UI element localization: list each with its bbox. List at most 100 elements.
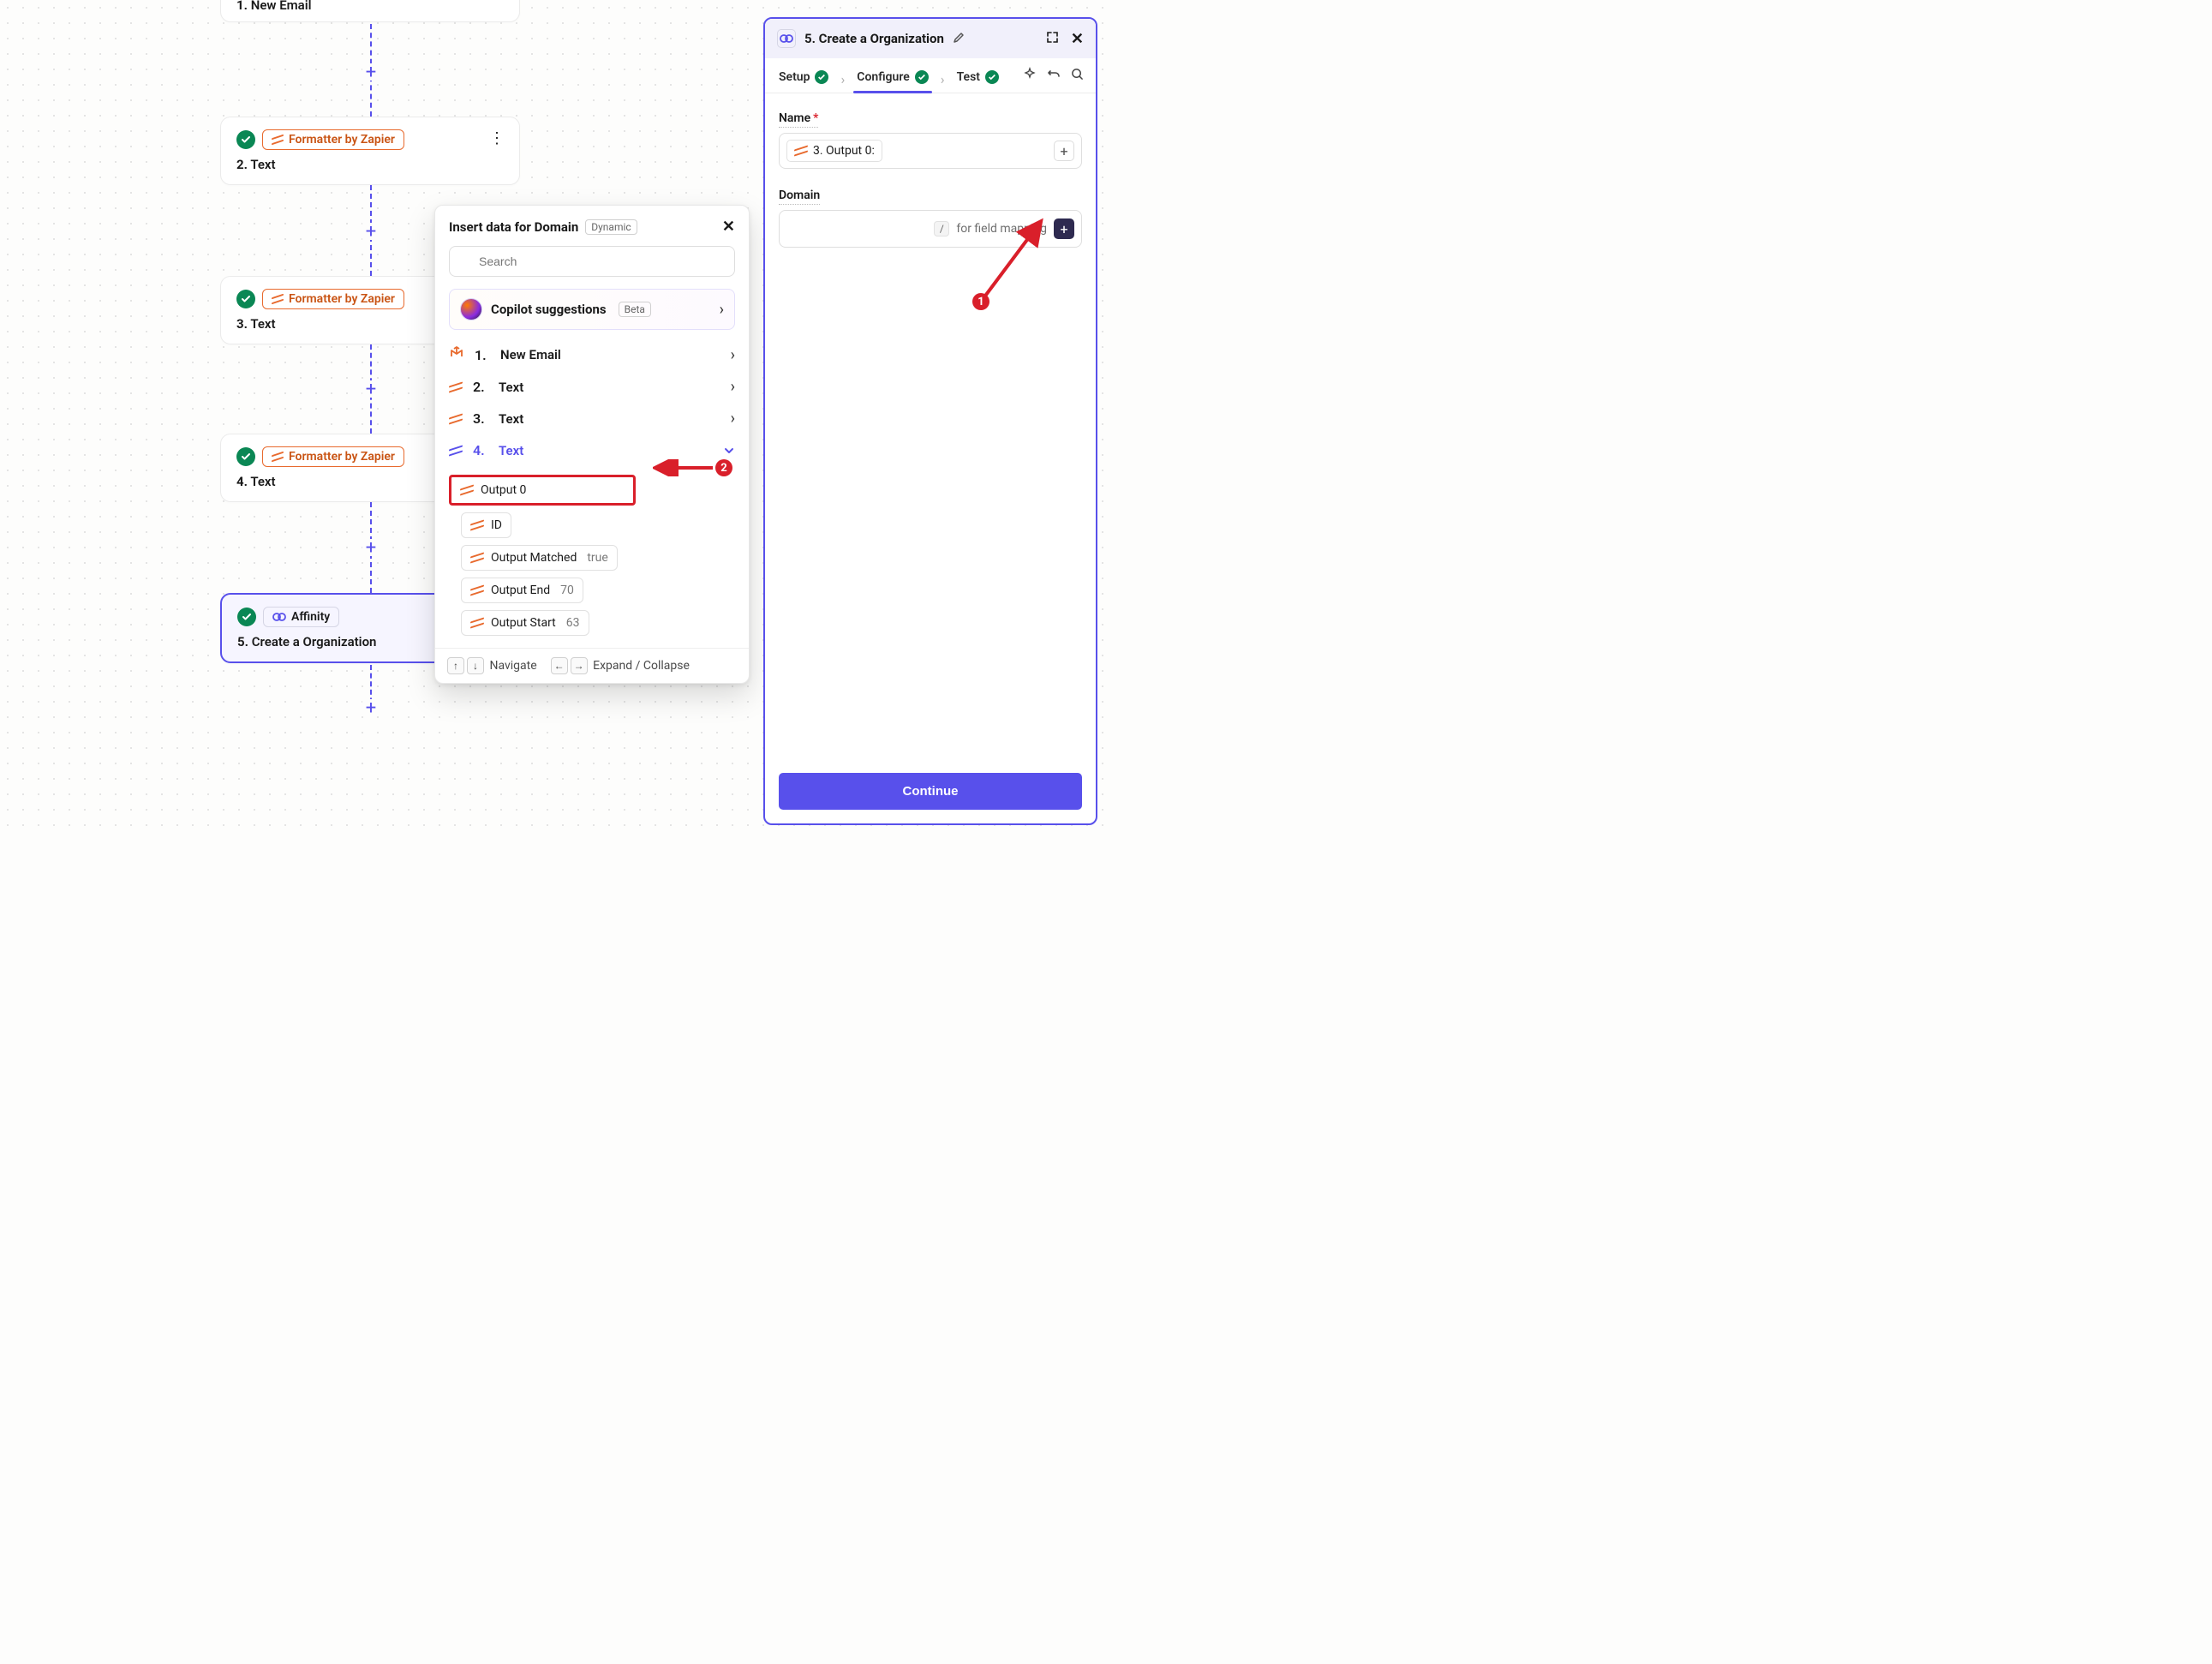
copilot-icon bbox=[460, 298, 482, 320]
step-card-1[interactable]: 1. New Email bbox=[220, 0, 520, 22]
sparkle-icon[interactable] bbox=[1023, 67, 1037, 84]
popover-title: Insert data for Domain bbox=[449, 219, 578, 235]
add-step-button[interactable]: + bbox=[362, 63, 380, 81]
expand-hint: Expand / Collapse bbox=[593, 659, 690, 673]
close-icon[interactable]: ✕ bbox=[1071, 30, 1084, 48]
data-source-new-email[interactable]: 1. New Email › bbox=[449, 338, 735, 371]
insert-data-popover: Insert data for Domain Dynamic ✕ Copilot… bbox=[434, 205, 750, 684]
formatter-icon bbox=[470, 616, 484, 630]
affinity-icon bbox=[272, 610, 286, 624]
name-field-label: Name* bbox=[779, 111, 818, 128]
domain-input[interactable]: / for field mapping + bbox=[779, 210, 1082, 248]
output-label: Output 0 bbox=[481, 483, 526, 497]
add-field-button[interactable]: + bbox=[1054, 218, 1074, 239]
chevron-right-icon: › bbox=[731, 410, 735, 428]
app-name: Affinity bbox=[291, 610, 330, 624]
data-source-text-2[interactable]: 2.Text › bbox=[449, 371, 735, 403]
source-num: 4. bbox=[473, 442, 488, 458]
chevron-down-icon bbox=[723, 443, 735, 461]
mail-icon bbox=[449, 345, 464, 364]
output-item-end[interactable]: Output End70 bbox=[461, 578, 583, 603]
output-label: Output Start bbox=[491, 616, 556, 630]
step-number: 2. bbox=[236, 157, 248, 172]
app-pill-formatter[interactable]: Formatter by Zapier bbox=[262, 446, 404, 467]
tab-label: Setup bbox=[779, 70, 810, 84]
source-label: Text bbox=[499, 411, 523, 427]
step-card-2[interactable]: ⋮ Formatter by Zapier 2. Text bbox=[220, 117, 520, 185]
formatter-icon bbox=[470, 551, 484, 565]
formatter-icon bbox=[794, 144, 808, 158]
check-icon bbox=[236, 130, 255, 149]
dynamic-badge: Dynamic bbox=[585, 219, 637, 235]
add-step-button[interactable]: + bbox=[362, 223, 380, 240]
step-number: 5. bbox=[237, 634, 248, 649]
chevron-right-icon: › bbox=[720, 301, 724, 319]
source-label: New Email bbox=[500, 347, 561, 362]
chevron-right-icon: › bbox=[731, 346, 735, 364]
check-icon bbox=[237, 608, 256, 626]
tab-label: Test bbox=[957, 70, 980, 84]
app-name: Formatter by Zapier bbox=[289, 450, 395, 464]
chevron-right-icon: › bbox=[840, 71, 845, 87]
data-source-text-3[interactable]: 3. Text › bbox=[449, 403, 735, 434]
tab-configure[interactable]: Configure bbox=[855, 65, 930, 93]
formatter-icon bbox=[460, 483, 474, 497]
panel-title: 5. Create a Organization bbox=[804, 31, 944, 46]
source-num: 1. bbox=[475, 347, 490, 363]
output-item-output-0[interactable]: Output 0 bbox=[449, 475, 636, 506]
tab-setup[interactable]: Setup bbox=[777, 65, 830, 93]
check-icon bbox=[985, 70, 999, 84]
step-title-text: Text bbox=[250, 474, 275, 489]
undo-icon[interactable] bbox=[1047, 67, 1061, 84]
check-icon bbox=[236, 447, 255, 466]
expand-icon[interactable] bbox=[1046, 31, 1059, 47]
app-pill-formatter[interactable]: Formatter by Zapier bbox=[262, 129, 404, 150]
output-value: 63 bbox=[566, 616, 580, 630]
tab-label: Configure bbox=[857, 70, 909, 84]
copilot-suggestions-row[interactable]: Copilot suggestions Beta › bbox=[449, 289, 735, 330]
tab-test[interactable]: Test bbox=[955, 65, 1001, 93]
affinity-icon bbox=[777, 29, 796, 48]
popover-footer: ↑↓ Navigate ←→ Expand / Collapse bbox=[435, 648, 749, 683]
token-label: 3. Output 0: bbox=[813, 144, 875, 158]
copilot-title: Copilot suggestions bbox=[491, 302, 607, 317]
field-mapping-hint: for field mapping bbox=[956, 222, 1047, 236]
check-icon bbox=[236, 290, 255, 308]
formatter-icon bbox=[272, 134, 284, 146]
formatter-icon bbox=[470, 584, 484, 597]
source-label: Text bbox=[499, 380, 523, 395]
kebab-menu-icon[interactable]: ⋮ bbox=[489, 131, 505, 147]
search-input[interactable] bbox=[449, 246, 735, 277]
required-star-icon: * bbox=[813, 111, 818, 125]
add-step-button[interactable]: + bbox=[362, 539, 380, 556]
callout-badge-2: 2 bbox=[715, 459, 732, 476]
search-icon[interactable] bbox=[1071, 68, 1084, 84]
data-token[interactable]: 3. Output 0: bbox=[786, 140, 882, 162]
output-item-start[interactable]: Output Start 63 bbox=[461, 610, 589, 636]
close-icon[interactable]: ✕ bbox=[722, 218, 735, 236]
output-label: Output End bbox=[491, 584, 550, 597]
output-item-id[interactable]: ID bbox=[461, 512, 511, 538]
step-number: 4. bbox=[236, 474, 248, 489]
source-num: 3. bbox=[473, 410, 488, 427]
source-num: 2. bbox=[473, 379, 488, 395]
check-icon bbox=[915, 70, 929, 84]
add-step-button[interactable]: + bbox=[362, 380, 380, 398]
chevron-right-icon: › bbox=[941, 71, 945, 87]
formatter-icon bbox=[272, 293, 284, 305]
add-step-button[interactable]: + bbox=[362, 699, 380, 716]
continue-button[interactable]: Continue bbox=[779, 773, 1082, 810]
step-title-text: Text bbox=[250, 157, 275, 172]
step-number: 3. bbox=[236, 316, 248, 332]
app-pill-affinity[interactable]: Affinity bbox=[263, 607, 339, 627]
add-field-button[interactable]: + bbox=[1054, 141, 1074, 161]
app-name: Formatter by Zapier bbox=[289, 292, 395, 306]
output-label: ID bbox=[491, 518, 502, 532]
output-label: Output Matched bbox=[491, 551, 577, 565]
callout-badge-1: 1 bbox=[972, 293, 989, 310]
data-source-text-4[interactable]: 4.Text bbox=[449, 434, 735, 466]
output-item-matched[interactable]: Output Matchedtrue bbox=[461, 545, 618, 571]
name-input[interactable]: 3. Output 0: + bbox=[779, 133, 1082, 169]
edit-pencil-icon[interactable] bbox=[953, 31, 965, 47]
app-pill-formatter[interactable]: Formatter by Zapier bbox=[262, 289, 404, 309]
